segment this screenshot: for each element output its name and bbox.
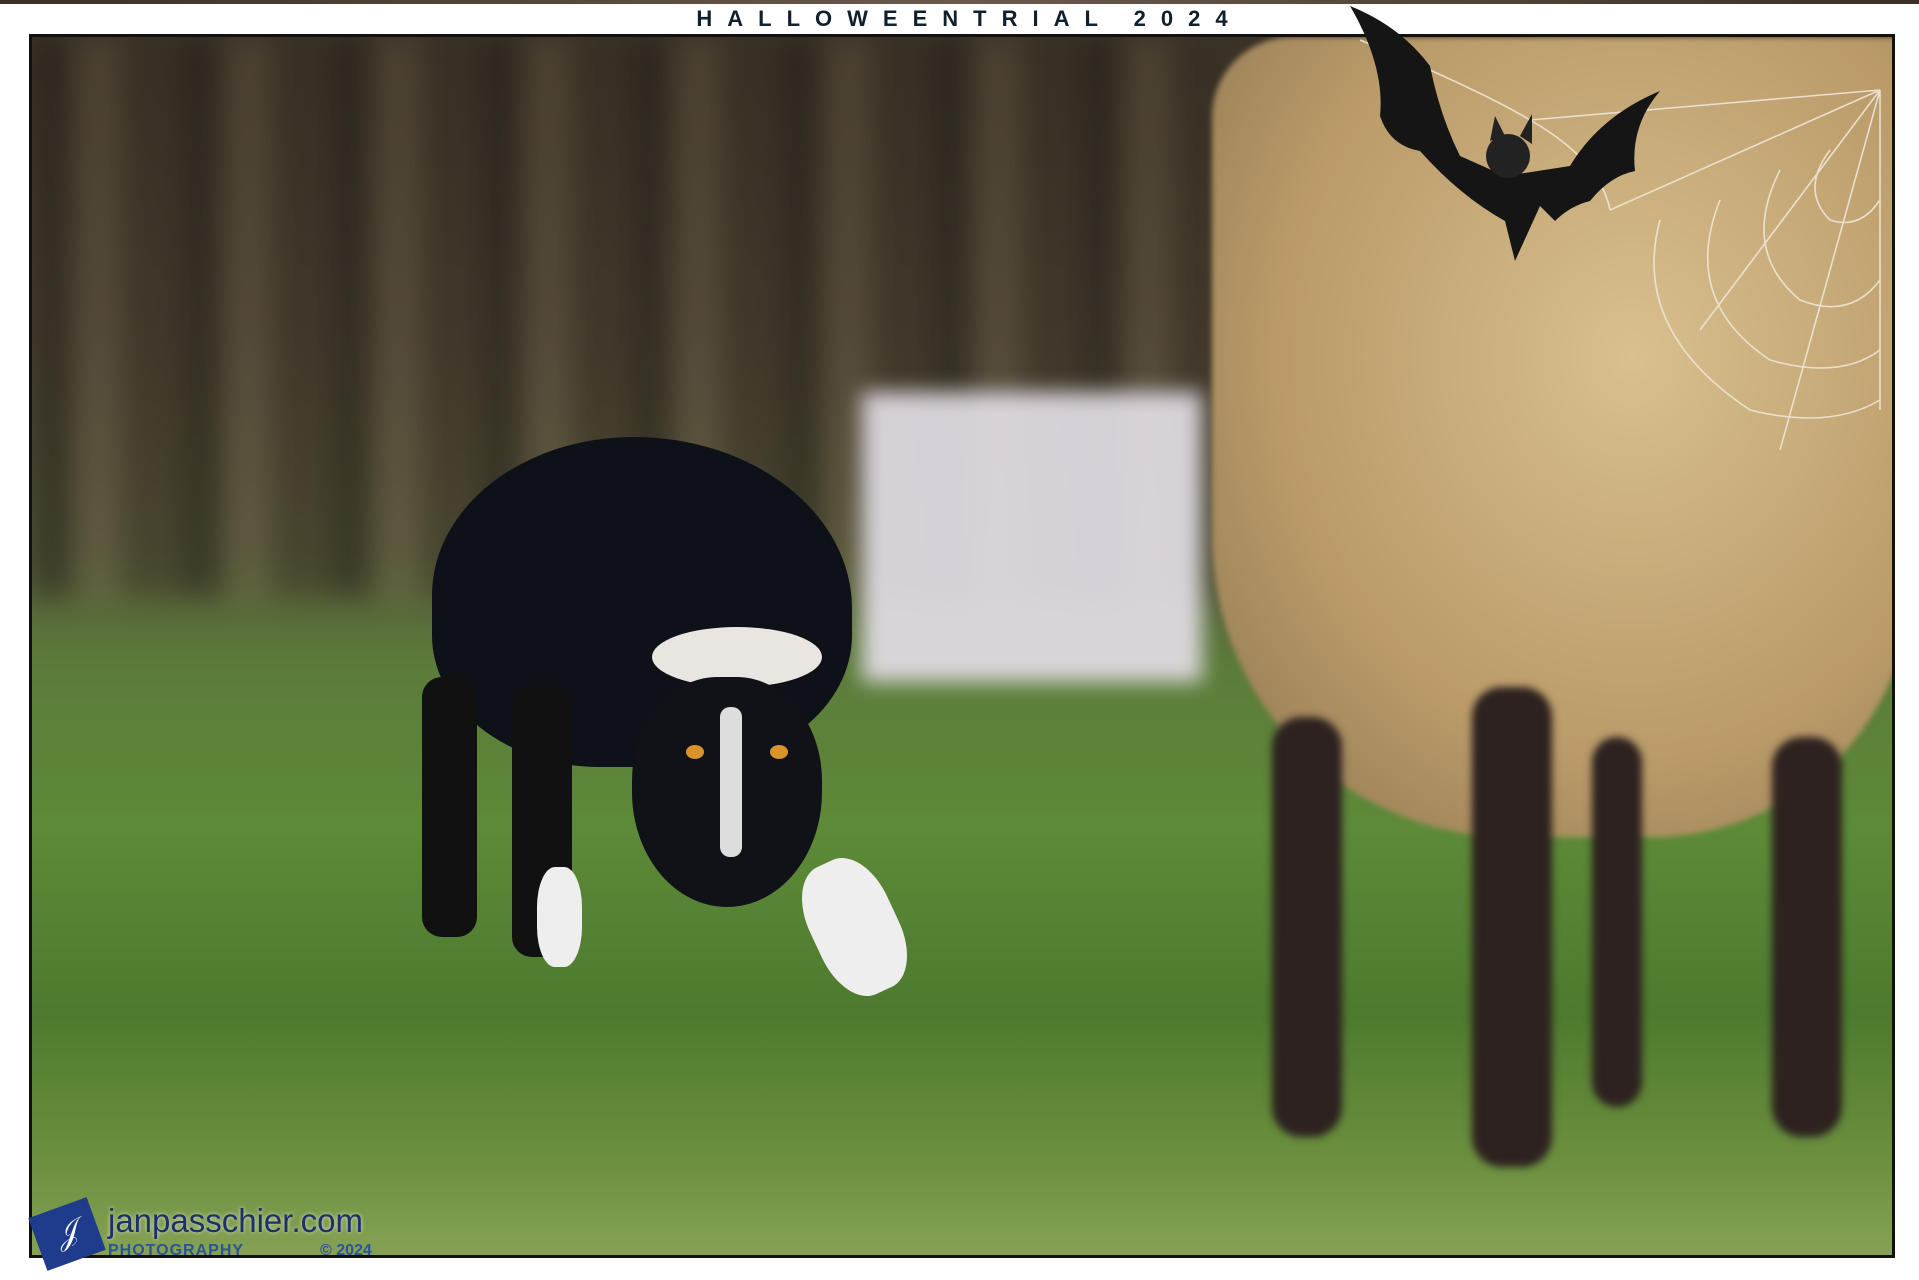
dog-leg (422, 677, 477, 937)
watermark-site: janpasschier.com (108, 1202, 363, 1239)
sheep-leg (1472, 687, 1552, 1167)
watermark-copyright: © 2024 (320, 1242, 372, 1259)
dog-blaze (720, 707, 742, 857)
background-sign (862, 392, 1202, 682)
sheep-leg (1272, 717, 1342, 1137)
sheep-leg (1772, 737, 1842, 1137)
top-edge (0, 0, 1919, 4)
dog-paw (786, 845, 923, 1009)
watermark-subtitle: PHOTOGRAPHY (108, 1242, 245, 1259)
bat-icon (1350, 6, 1660, 261)
sheep-leg (1592, 737, 1642, 1107)
dog-eye (770, 745, 788, 759)
dog-eye (686, 745, 704, 759)
dog-paw (537, 867, 582, 967)
